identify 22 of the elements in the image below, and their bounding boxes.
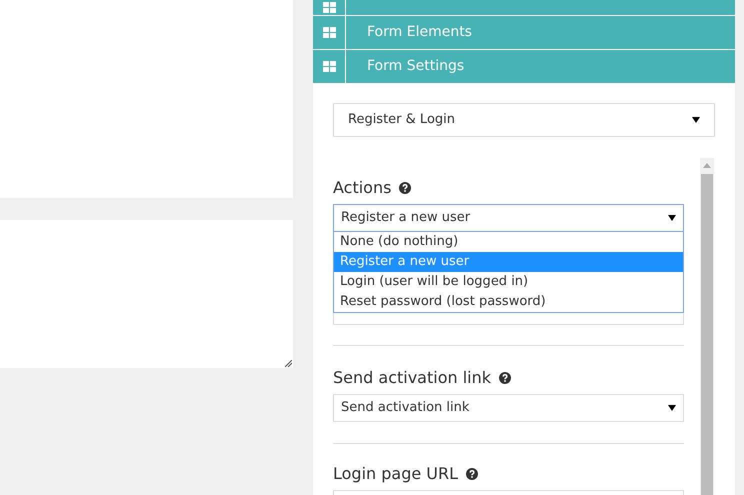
caret-icon: [668, 405, 676, 411]
select-field[interactable]: Send activation link: [333, 394, 684, 422]
field-label: Actions: [333, 177, 392, 199]
resize-handle-icon[interactable]: [285, 360, 292, 367]
help-icon[interactable]: [399, 182, 412, 194]
accordion-header[interactable]: [313, 0, 735, 15]
help-icon[interactable]: [466, 468, 478, 480]
caret-icon: [692, 117, 700, 123]
scrollbar-thumb[interactable]: [701, 174, 713, 495]
help-icon[interactable]: [499, 372, 512, 384]
dropdown-option[interactable]: Reset password (lost password): [334, 292, 683, 312]
caret-icon: [668, 215, 676, 221]
grid-icon: [322, 61, 336, 72]
dropdown-option[interactable]: Login (user will be logged in): [334, 272, 683, 292]
select-field[interactable]: Register & Login: [333, 103, 715, 137]
grid-icon: [322, 27, 336, 38]
grid-icon: [322, 2, 336, 13]
dropdown-option[interactable]: None (do nothing): [334, 232, 683, 252]
field-label: Login page URL: [333, 463, 458, 485]
field-label: Send activation link: [333, 367, 492, 389]
scroll-up-icon[interactable]: [703, 163, 711, 168]
scrollbar[interactable]: [700, 158, 714, 495]
